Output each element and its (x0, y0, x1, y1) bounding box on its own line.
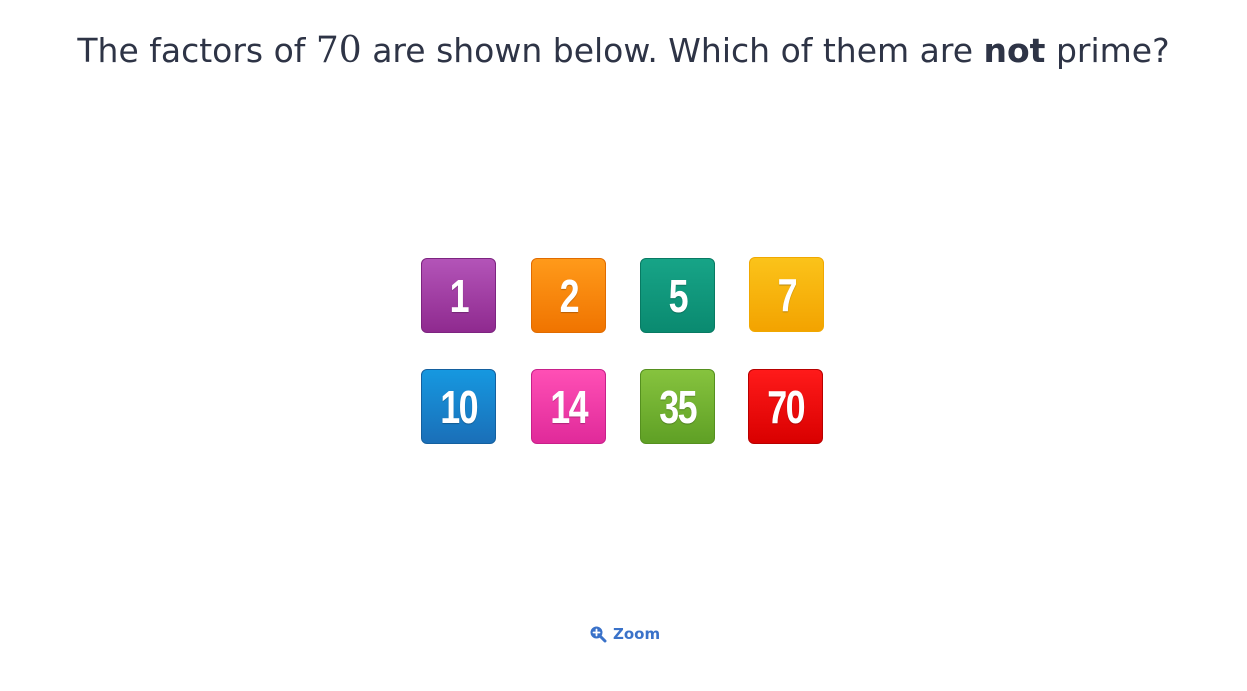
factor-tile-2[interactable]: 2 (531, 258, 606, 333)
question-text: The factors of 70 are shown below. Which… (0, 30, 1247, 71)
factor-tile-label: 14 (550, 380, 588, 433)
question-suffix: prime? (1045, 31, 1170, 70)
factor-tile-1[interactable]: 1 (421, 258, 496, 333)
factor-tile-label: 7 (777, 268, 797, 321)
zoom-label: Zoom (613, 625, 661, 643)
question-emphasis: not (983, 31, 1046, 70)
factor-tile-label: 1 (449, 269, 469, 322)
factor-tile-7[interactable]: 7 (749, 257, 824, 332)
factor-tile-10[interactable]: 10 (421, 369, 496, 444)
factor-tile-label: 35 (659, 380, 697, 433)
factor-tiles: 1 2 5 7 10 14 35 70 (420, 257, 830, 449)
page: The factors of 70 are shown below. Which… (0, 0, 1247, 691)
factor-tile-label: 70 (767, 380, 805, 433)
factor-tile-label: 2 (559, 269, 579, 322)
zoom-button[interactable]: Zoom (589, 623, 660, 645)
factor-tile-label: 10 (440, 380, 478, 433)
factor-tile-label: 5 (668, 269, 688, 322)
factor-tile-14[interactable]: 14 (531, 369, 606, 444)
factor-tile-70[interactable]: 70 (748, 369, 823, 444)
zoom-in-icon (590, 626, 607, 643)
factor-tile-35[interactable]: 35 (640, 369, 715, 444)
question-prefix: The factors of (77, 31, 316, 70)
factor-tile-5[interactable]: 5 (640, 258, 715, 333)
question-middle: are shown below. Which of them are (361, 31, 984, 70)
question-number: 70 (315, 30, 362, 71)
